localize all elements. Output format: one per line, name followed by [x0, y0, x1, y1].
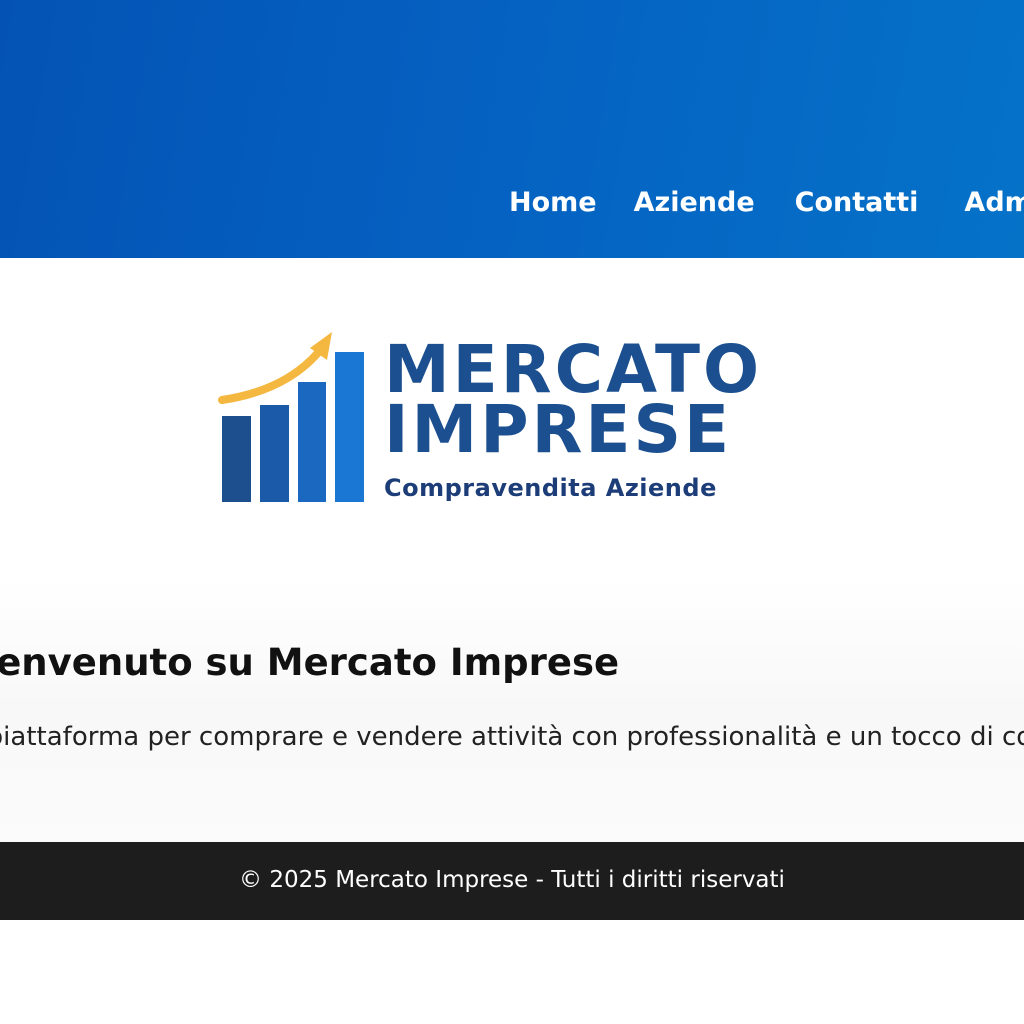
logo-wordmark: MERCATO IMPRESE Compravendita Aziende	[384, 337, 762, 503]
welcome-text: La piattaforma per comprare e vendere at…	[0, 722, 1024, 752]
main-nav: Home Aziende Contatti Admin	[509, 185, 1024, 221]
nav-home-link[interactable]: Home	[509, 185, 597, 221]
logo-line-2: IMPRESE	[384, 391, 733, 468]
logo-bar-4	[335, 352, 364, 502]
logo-bar-1	[222, 416, 251, 502]
nav-admin-link[interactable]: Admin	[964, 185, 1024, 221]
site-header: Home Aziende Contatti Admin	[0, 0, 1024, 258]
nav-contatti-link[interactable]: Contatti	[795, 185, 919, 221]
site-footer: © 2025 Mercato Imprese - Tutti i diritti…	[0, 842, 1024, 920]
welcome-title: Benvenuto su Mercato Imprese	[0, 641, 620, 684]
page: Home Aziende Contatti Admin MERCATO IMPR…	[0, 0, 1024, 1024]
site-logo: MERCATO IMPRESE Compravendita Aziende	[218, 326, 778, 516]
nav-aziende-link[interactable]: Aziende	[634, 185, 755, 221]
logo-tagline: Compravendita Aziende	[384, 474, 717, 502]
footer-copyright: © 2025 Mercato Imprese - Tutti i diritti…	[239, 867, 785, 893]
bar-chart-growth-icon	[218, 332, 364, 502]
logo-bar-2	[260, 405, 289, 502]
logo-bar-3	[298, 382, 326, 502]
welcome-section: Benvenuto su Mercato Imprese La piattafo…	[0, 578, 1024, 842]
